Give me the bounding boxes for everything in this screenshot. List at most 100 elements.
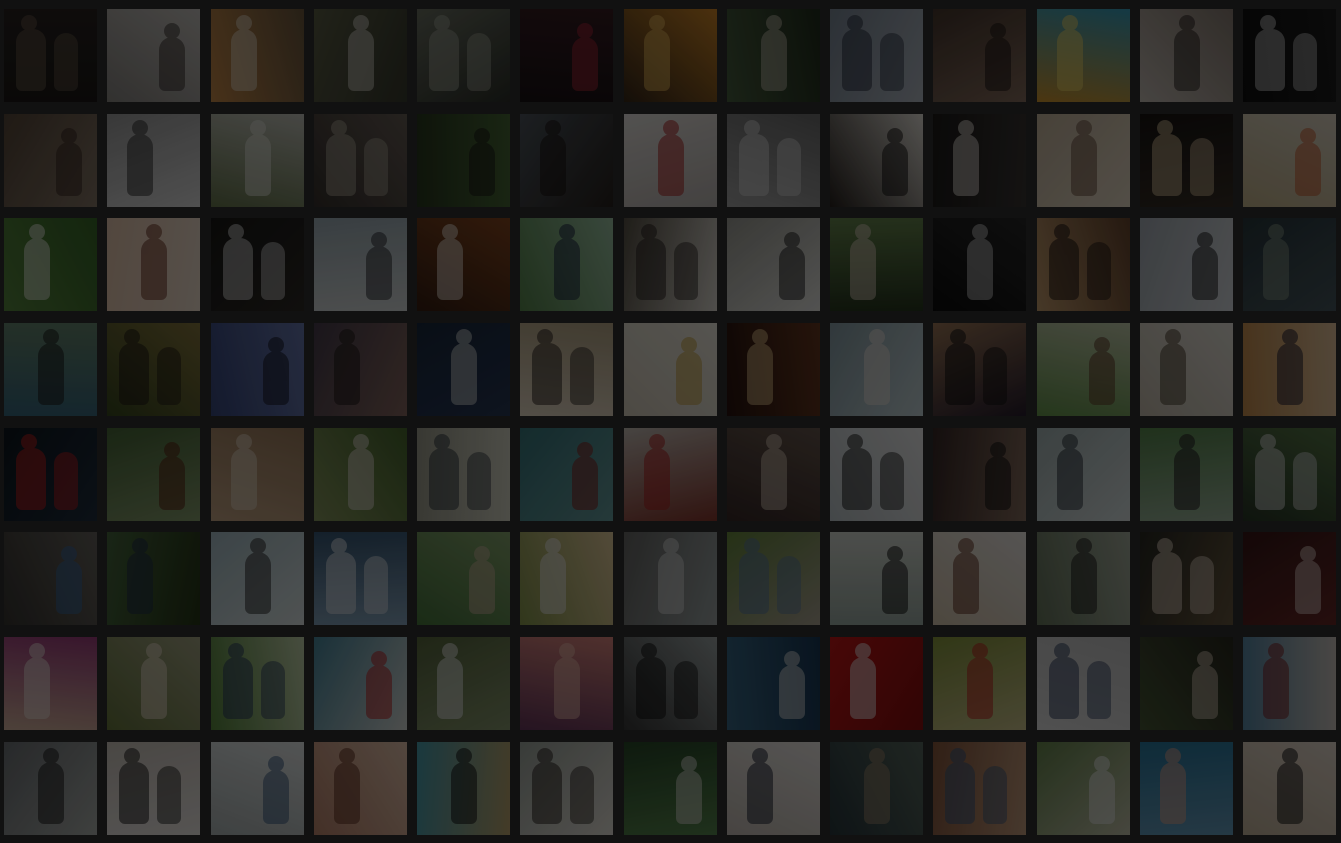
- photo-thumbnail[interactable]: [1243, 113, 1336, 207]
- photo-thumbnail[interactable]: [623, 427, 717, 521]
- photo-thumbnail[interactable]: [1243, 532, 1336, 626]
- photo-thumbnail[interactable]: [313, 113, 407, 207]
- photo-thumbnail[interactable]: [313, 9, 407, 102]
- photo-thumbnail[interactable]: [417, 427, 510, 521]
- photo-thumbnail[interactable]: [1036, 9, 1130, 102]
- photo-thumbnail[interactable]: [726, 532, 820, 626]
- photo-thumbnail[interactable]: [1243, 637, 1336, 731]
- photo-thumbnail[interactable]: [4, 532, 97, 626]
- photo-thumbnail[interactable]: [4, 741, 97, 835]
- photo-thumbnail[interactable]: [1139, 218, 1233, 312]
- photo-thumbnail[interactable]: [933, 427, 1027, 521]
- photo-thumbnail[interactable]: [933, 532, 1027, 626]
- photo-thumbnail[interactable]: [1036, 637, 1130, 731]
- photo-thumbnail[interactable]: [4, 9, 97, 102]
- photo-thumbnail[interactable]: [1139, 9, 1233, 102]
- photo-thumbnail[interactable]: [726, 218, 820, 312]
- photo-thumbnail[interactable]: [210, 113, 304, 207]
- photo-thumbnail[interactable]: [1139, 323, 1233, 417]
- photo-thumbnail[interactable]: [933, 323, 1027, 417]
- photo-thumbnail[interactable]: [1036, 323, 1130, 417]
- photo-thumbnail[interactable]: [623, 113, 717, 207]
- photo-thumbnail[interactable]: [520, 323, 614, 417]
- photo-thumbnail[interactable]: [830, 218, 923, 312]
- photo-thumbnail[interactable]: [520, 113, 614, 207]
- photo-thumbnail[interactable]: [4, 323, 97, 417]
- photo-thumbnail[interactable]: [313, 741, 407, 835]
- photo-thumbnail[interactable]: [4, 218, 97, 312]
- photo-thumbnail[interactable]: [417, 741, 510, 835]
- photo-thumbnail[interactable]: [1243, 323, 1336, 417]
- photo-thumbnail[interactable]: [623, 637, 717, 731]
- photo-thumbnail[interactable]: [830, 741, 923, 835]
- photo-thumbnail[interactable]: [107, 323, 201, 417]
- photo-thumbnail[interactable]: [417, 532, 510, 626]
- photo-thumbnail[interactable]: [1036, 532, 1130, 626]
- photo-thumbnail[interactable]: [830, 9, 923, 102]
- photo-thumbnail[interactable]: [313, 532, 407, 626]
- photo-thumbnail[interactable]: [107, 637, 201, 731]
- photo-thumbnail[interactable]: [726, 637, 820, 731]
- photo-thumbnail[interactable]: [933, 113, 1027, 207]
- photo-thumbnail[interactable]: [726, 113, 820, 207]
- photo-thumbnail[interactable]: [417, 113, 510, 207]
- photo-thumbnail[interactable]: [107, 218, 201, 312]
- photo-thumbnail[interactable]: [1139, 637, 1233, 731]
- photo-thumbnail[interactable]: [1139, 532, 1233, 626]
- photo-thumbnail[interactable]: [417, 637, 510, 731]
- photo-thumbnail[interactable]: [830, 637, 923, 731]
- photo-thumbnail[interactable]: [4, 427, 97, 521]
- photo-thumbnail[interactable]: [313, 427, 407, 521]
- photo-thumbnail[interactable]: [1139, 113, 1233, 207]
- photo-thumbnail[interactable]: [1036, 427, 1130, 521]
- photo-thumbnail[interactable]: [1036, 113, 1130, 207]
- photo-thumbnail[interactable]: [933, 741, 1027, 835]
- photo-thumbnail[interactable]: [623, 9, 717, 102]
- photo-thumbnail[interactable]: [520, 9, 614, 102]
- photo-thumbnail[interactable]: [1036, 741, 1130, 835]
- photo-thumbnail[interactable]: [1139, 427, 1233, 521]
- photo-thumbnail[interactable]: [210, 9, 304, 102]
- photo-thumbnail[interactable]: [4, 113, 97, 207]
- photo-thumbnail[interactable]: [726, 9, 820, 102]
- photo-thumbnail[interactable]: [417, 9, 510, 102]
- photo-thumbnail[interactable]: [1036, 218, 1130, 312]
- photo-thumbnail[interactable]: [313, 637, 407, 731]
- photo-thumbnail[interactable]: [623, 323, 717, 417]
- photo-thumbnail[interactable]: [726, 741, 820, 835]
- photo-thumbnail[interactable]: [623, 532, 717, 626]
- photo-thumbnail[interactable]: [933, 9, 1027, 102]
- photo-thumbnail[interactable]: [520, 741, 614, 835]
- photo-thumbnail[interactable]: [830, 113, 923, 207]
- photo-thumbnail[interactable]: [417, 218, 510, 312]
- photo-thumbnail[interactable]: [107, 532, 201, 626]
- photo-thumbnail[interactable]: [520, 532, 614, 626]
- photo-thumbnail[interactable]: [830, 532, 923, 626]
- photo-thumbnail[interactable]: [107, 741, 201, 835]
- photo-thumbnail[interactable]: [210, 427, 304, 521]
- photo-thumbnail[interactable]: [417, 323, 510, 417]
- photo-thumbnail[interactable]: [210, 218, 304, 312]
- photo-thumbnail[interactable]: [520, 218, 614, 312]
- photo-thumbnail[interactable]: [210, 323, 304, 417]
- photo-thumbnail[interactable]: [313, 323, 407, 417]
- photo-thumbnail[interactable]: [210, 637, 304, 731]
- photo-thumbnail[interactable]: [1139, 741, 1233, 835]
- photo-thumbnail[interactable]: [623, 741, 717, 835]
- photo-thumbnail[interactable]: [520, 637, 614, 731]
- photo-thumbnail[interactable]: [4, 637, 97, 731]
- photo-thumbnail[interactable]: [726, 427, 820, 521]
- photo-thumbnail[interactable]: [1243, 741, 1336, 835]
- photo-thumbnail[interactable]: [830, 427, 923, 521]
- photo-thumbnail[interactable]: [623, 218, 717, 312]
- photo-thumbnail[interactable]: [726, 323, 820, 417]
- photo-thumbnail[interactable]: [520, 427, 614, 521]
- photo-thumbnail[interactable]: [933, 218, 1027, 312]
- photo-thumbnail[interactable]: [1243, 9, 1336, 102]
- photo-thumbnail[interactable]: [1243, 427, 1336, 521]
- photo-thumbnail[interactable]: [933, 637, 1027, 731]
- photo-thumbnail[interactable]: [1243, 218, 1336, 312]
- photo-thumbnail[interactable]: [830, 323, 923, 417]
- photo-thumbnail[interactable]: [313, 218, 407, 312]
- photo-thumbnail[interactable]: [107, 9, 201, 102]
